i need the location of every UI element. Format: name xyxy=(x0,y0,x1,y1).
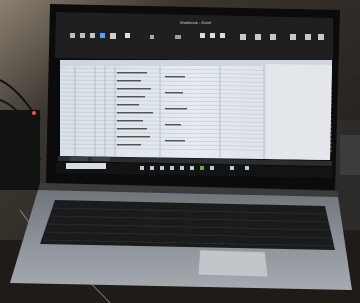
touchpad xyxy=(197,249,269,278)
window-title: Workbook - Excel xyxy=(180,20,211,25)
photo-scene: Workbook - Excel xyxy=(0,0,360,303)
led-indicator xyxy=(32,111,36,115)
object-right-detail xyxy=(340,135,360,175)
device-left xyxy=(0,110,40,190)
sheet-tab xyxy=(92,157,110,161)
sheet-tab xyxy=(70,157,88,161)
taskbar-search xyxy=(66,163,106,169)
sheet-right-panel xyxy=(266,64,332,160)
